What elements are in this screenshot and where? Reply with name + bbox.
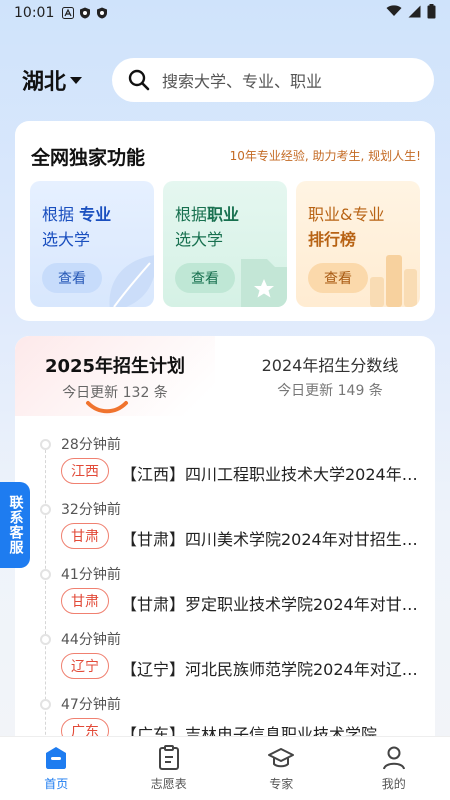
a-icon	[62, 7, 75, 19]
plan-tabs: 2025年招生计划 今日更新 132 条 2024年招生分数线 今日更新 149…	[15, 336, 435, 416]
tile-line2: 选大学	[175, 230, 224, 249]
item-time: 47分钟前	[61, 697, 121, 713]
exclusive-features-card: 全网独家功能 10年专业经验, 助力考生, 规划人生! 根据 专业 选大学 查看…	[15, 121, 435, 321]
timeline-dot	[40, 699, 51, 710]
nav-application-form[interactable]: 志愿表	[113, 737, 226, 800]
features-slogan: 10年专业经验, 助力考生, 规划人生!	[229, 149, 421, 163]
province-tag: 甘肃	[61, 588, 109, 614]
tile-line2: 排行榜	[308, 230, 357, 249]
timeline-dot	[40, 504, 51, 515]
nav-experts[interactable]: 专家	[225, 737, 338, 800]
user-icon	[382, 746, 405, 770]
location-selector[interactable]: 湖北	[22, 64, 83, 96]
item-title: 【甘肃】罗定职业技术学院2024年对甘肃招生计划	[121, 595, 421, 614]
view-button[interactable]: 查看	[42, 263, 102, 293]
shield-icon	[96, 7, 108, 19]
wifi-icon	[386, 5, 402, 21]
status-time: 10:01	[14, 5, 55, 21]
nav-label: 首页	[44, 777, 69, 791]
province-tag: 辽宁	[61, 653, 109, 679]
location-label: 湖北	[22, 70, 67, 95]
admission-plan-card: 2025年招生计划 今日更新 132 条 2024年招生分数线 今日更新 149…	[15, 336, 435, 756]
graduation-cap-icon	[268, 748, 295, 768]
province-tag: 甘肃	[61, 523, 109, 549]
tile-choose-by-career[interactable]: 根据职业 选大学 查看	[163, 181, 287, 307]
timeline-dot	[40, 634, 51, 645]
shield-icon	[79, 7, 91, 19]
tile-line1: 职业&专业	[308, 205, 385, 224]
tab-admission-plan[interactable]: 2025年招生计划 今日更新 132 条	[15, 352, 215, 402]
tab-title: 2024年招生分数线	[261, 356, 399, 375]
view-button[interactable]: 查看	[175, 263, 235, 293]
star-folder-icon	[241, 259, 287, 307]
tab-subtitle: 今日更新 132 条	[62, 385, 168, 401]
timeline-dot	[40, 439, 51, 450]
nav-label: 我的	[381, 777, 406, 791]
features-title: 全网独家功能	[31, 147, 146, 169]
item-time: 32分钟前	[61, 502, 121, 518]
search-input[interactable]: 搜索大学、专业、职业	[112, 58, 434, 102]
battery-icon	[427, 3, 436, 23]
tab-score-line[interactable]: 2024年招生分数线 今日更新 149 条	[225, 352, 435, 400]
item-title: 【辽宁】河北民族师范学院2024年对辽宁招生计划	[121, 660, 421, 679]
item-time: 41分钟前	[61, 567, 121, 583]
view-button[interactable]: 查看	[308, 263, 368, 293]
bottom-nav: 首页 志愿表 专家 我的	[0, 736, 450, 800]
header: 湖北 搜索大学、专业、职业	[0, 58, 450, 102]
customer-service-button[interactable]: 联系客服	[0, 482, 30, 568]
tile-line1: 根据职业	[175, 205, 240, 224]
item-title: 【江西】四川工程职业技术大学2024年对江西招生计划	[121, 465, 421, 484]
item-time: 28分钟前	[61, 437, 121, 453]
caret-down-icon	[70, 76, 83, 84]
nav-profile[interactable]: 我的	[338, 737, 450, 800]
tile-ranking[interactable]: 职业&专业 排行榜 查看	[296, 181, 420, 307]
tab-subtitle: 今日更新 149 条	[277, 383, 383, 399]
list-item[interactable]: 32分钟前 甘肃 【甘肃】四川美术学院2024年对甘招生计划	[15, 493, 435, 558]
list-item[interactable]: 41分钟前 甘肃 【甘肃】罗定职业技术学院2024年对甘肃招生计划	[15, 558, 435, 623]
clipboard-icon	[158, 745, 179, 770]
leaf-icon	[109, 255, 154, 307]
tile-choose-by-major[interactable]: 根据 专业 选大学 查看	[30, 181, 154, 307]
item-title: 【甘肃】四川美术学院2024年对甘招生计划	[121, 530, 421, 549]
nav-label: 志愿表	[150, 777, 187, 791]
nav-label: 专家	[269, 777, 294, 791]
tab-title: 2025年招生计划	[44, 356, 186, 377]
province-tag: 江西	[61, 458, 109, 484]
bar-chart-icon	[370, 255, 417, 307]
timeline-dot	[40, 569, 51, 580]
active-tab-indicator	[86, 401, 128, 414]
status-bar: 10:01	[0, 0, 450, 26]
list-item[interactable]: 28分钟前 江西 【江西】四川工程职业技术大学2024年对江西招生计划	[15, 428, 435, 493]
nav-home[interactable]: 首页	[0, 737, 113, 800]
list-item[interactable]: 44分钟前 辽宁 【辽宁】河北民族师范学院2024年对辽宁招生计划	[15, 623, 435, 688]
search-placeholder: 搜索大学、专业、职业	[162, 72, 323, 91]
search-icon	[128, 69, 150, 91]
tile-line2: 选大学	[42, 230, 91, 249]
tile-line1: 根据 专业	[42, 205, 112, 224]
item-time: 44分钟前	[61, 632, 121, 648]
signal-icon	[408, 5, 421, 22]
home-icon	[46, 747, 67, 769]
